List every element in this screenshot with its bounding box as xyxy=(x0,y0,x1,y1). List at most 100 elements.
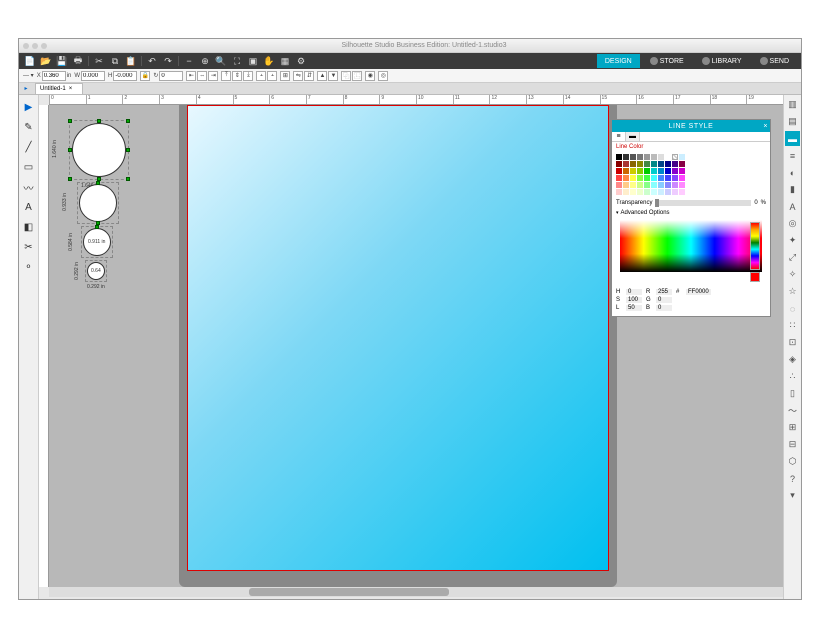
save-icon[interactable]: 💾 xyxy=(55,54,69,68)
s-val[interactable]: 100 xyxy=(626,297,642,303)
h-val[interactable]: 0 xyxy=(626,289,642,295)
swatch[interactable] xyxy=(623,168,629,174)
close-tab-icon[interactable]: × xyxy=(69,86,73,92)
swatch[interactable] xyxy=(658,154,664,160)
swatch[interactable] xyxy=(665,161,671,167)
swatch[interactable] xyxy=(637,161,643,167)
swatch[interactable] xyxy=(630,175,636,181)
swatch[interactable] xyxy=(672,175,678,181)
nav-design[interactable]: DESIGN xyxy=(597,54,640,68)
swatch[interactable] xyxy=(672,182,678,188)
swatch[interactable] xyxy=(651,182,657,188)
page-setup-icon[interactable]: ▥ xyxy=(785,97,800,112)
swatch[interactable] xyxy=(665,182,671,188)
align-c-icon[interactable]: ⇔ xyxy=(197,71,207,81)
swatch[interactable] xyxy=(616,182,622,188)
swatch[interactable] xyxy=(651,154,657,160)
zoom-drag-icon[interactable]: ⊕ xyxy=(198,54,212,68)
window-controls[interactable] xyxy=(23,43,47,49)
swatch[interactable] xyxy=(679,154,685,160)
swatch[interactable] xyxy=(616,175,622,181)
fit-icon[interactable]: ▣ xyxy=(246,54,260,68)
swatch[interactable] xyxy=(651,168,657,174)
swatch[interactable] xyxy=(658,161,664,167)
replicate-panel-icon[interactable]: ∷ xyxy=(785,318,800,333)
star-icon[interactable]: ☆ xyxy=(785,284,800,299)
color-spectrum[interactable] xyxy=(620,220,762,272)
swatch[interactable] xyxy=(630,161,636,167)
swatch[interactable] xyxy=(665,154,671,160)
swatch[interactable] xyxy=(644,175,650,181)
hue-column[interactable] xyxy=(750,222,760,270)
weld-icon[interactable]: ◉ xyxy=(365,71,375,81)
swatch[interactable] xyxy=(679,182,685,188)
barcode-icon[interactable]: ▯ xyxy=(785,386,800,401)
modify-icon[interactable]: ✦ xyxy=(785,233,800,248)
media-icon[interactable]: ⊟ xyxy=(785,437,800,452)
undo-icon[interactable]: ↶ xyxy=(145,54,159,68)
edit-points-icon[interactable]: ✎ xyxy=(21,119,37,135)
transparency-slider[interactable] xyxy=(655,200,751,206)
offset-panel-icon[interactable]: ◎ xyxy=(785,216,800,231)
swatch[interactable] xyxy=(651,175,657,181)
b-val[interactable]: 0 xyxy=(656,305,672,311)
prefs-icon[interactable]: ⚙ xyxy=(294,54,308,68)
line-tool-icon[interactable]: ╱ xyxy=(21,139,37,155)
swatch[interactable] xyxy=(623,182,629,188)
flip-h-icon[interactable]: ⇋ xyxy=(293,71,303,81)
line-weight[interactable]: — ▾ xyxy=(23,71,34,81)
print-icon[interactable]: 🖶 xyxy=(71,54,85,68)
redo-icon[interactable]: ↷ xyxy=(161,54,175,68)
shape-tool-icon[interactable]: ▭ xyxy=(21,159,37,175)
select-tool-icon[interactable]: ▶ xyxy=(21,99,37,115)
align-l-icon[interactable]: ⇤ xyxy=(186,71,196,81)
help-icon[interactable]: ? xyxy=(785,471,800,486)
swatch[interactable] xyxy=(616,189,622,195)
nav-store[interactable]: STORE xyxy=(642,54,692,68)
swatch[interactable] xyxy=(658,182,664,188)
offset-icon[interactable]: ◎ xyxy=(378,71,388,81)
text-tool-icon[interactable]: A xyxy=(21,199,37,215)
pixscan-icon[interactable]: ▤ xyxy=(785,114,800,129)
knife-icon[interactable]: ✂ xyxy=(21,239,37,255)
hex-val[interactable]: FF0000 xyxy=(686,289,711,295)
layers-icon[interactable]: ▮ xyxy=(785,182,800,197)
zoom-out-icon[interactable]: − xyxy=(182,54,196,68)
advanced-toggle[interactable]: ▾Advanced Options xyxy=(612,208,770,218)
swatch[interactable] xyxy=(679,189,685,195)
open-icon[interactable]: 📂 xyxy=(39,54,53,68)
paste-icon[interactable]: 📋 xyxy=(124,54,138,68)
shape-2[interactable]: 0.933 in xyxy=(77,182,119,224)
collapse-icon[interactable]: ▾ xyxy=(785,488,800,503)
h-input[interactable] xyxy=(113,71,137,81)
scrollbar-h[interactable] xyxy=(49,587,783,597)
swatch[interactable] xyxy=(672,168,678,174)
swatch[interactable] xyxy=(630,168,636,174)
nest-icon[interactable]: ⊡ xyxy=(785,335,800,350)
eraser-icon[interactable]: ◧ xyxy=(21,219,37,235)
shape-1[interactable]: 1.640 in xyxy=(69,120,129,180)
eyedrop-icon[interactable]: ⚬ xyxy=(21,259,37,275)
line-panel-icon[interactable]: ≡ xyxy=(785,148,800,163)
nav-library[interactable]: LIBRARY xyxy=(694,54,750,68)
panel-header[interactable]: LINE STYLE × xyxy=(612,120,770,132)
fill-panel-icon[interactable]: ▬ xyxy=(785,131,800,146)
swatch[interactable] xyxy=(637,189,643,195)
rhinestone-icon[interactable]: ◌ xyxy=(785,301,800,316)
close-panel-icon[interactable]: × xyxy=(763,123,768,130)
swatch[interactable] xyxy=(616,161,622,167)
obj-icon[interactable]: ⬡ xyxy=(785,454,800,469)
swatch[interactable] xyxy=(679,161,685,167)
zoom-sel-icon[interactable]: ⛶ xyxy=(230,54,244,68)
ungroup-icon[interactable]: ⿺ xyxy=(352,71,362,81)
swatch[interactable] xyxy=(665,168,671,174)
swatch[interactable] xyxy=(623,154,629,160)
swatch[interactable] xyxy=(644,168,650,174)
dist-h-icon[interactable]: ⫠ xyxy=(256,71,266,81)
swatch[interactable] xyxy=(623,161,629,167)
align-t-icon[interactable]: ⤒ xyxy=(221,71,231,81)
swatch[interactable] xyxy=(658,175,664,181)
swatch[interactable] xyxy=(630,182,636,188)
w-input[interactable] xyxy=(81,71,105,81)
copy-icon[interactable]: ⧉ xyxy=(108,54,122,68)
